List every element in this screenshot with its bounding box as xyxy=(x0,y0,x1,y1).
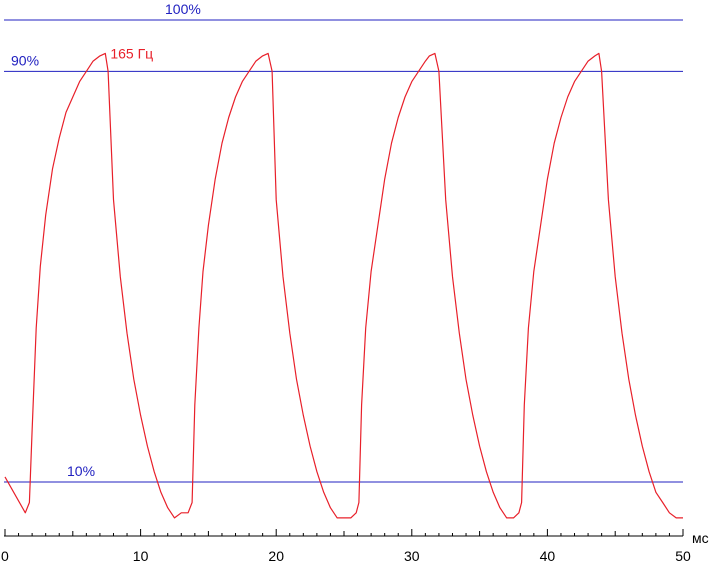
x-tick-label: 20 xyxy=(268,548,284,562)
reference-label-10pct: 10% xyxy=(67,463,95,479)
series-label: 165 Гц xyxy=(110,45,153,61)
x-tick-label: 50 xyxy=(675,548,691,562)
response-time-chart: 100% 90% 10% 0 10 20 30 40 50 165 Гц мс xyxy=(1,1,709,562)
x-tick-label: 10 xyxy=(133,548,149,562)
x-axis: 0 10 20 30 40 50 xyxy=(1,529,691,562)
series-line xyxy=(4,52,683,519)
series-layer: 165 Гц xyxy=(4,45,683,519)
x-tick-label: 0 xyxy=(1,548,9,562)
reference-label-90pct: 90% xyxy=(11,52,39,68)
x-axis-unit-label: мс xyxy=(692,530,709,546)
x-tick-label: 30 xyxy=(404,548,420,562)
reference-label-100pct: 100% xyxy=(165,1,201,17)
reference-lines: 100% 90% 10% xyxy=(4,1,683,483)
x-tick-label: 40 xyxy=(540,548,556,562)
